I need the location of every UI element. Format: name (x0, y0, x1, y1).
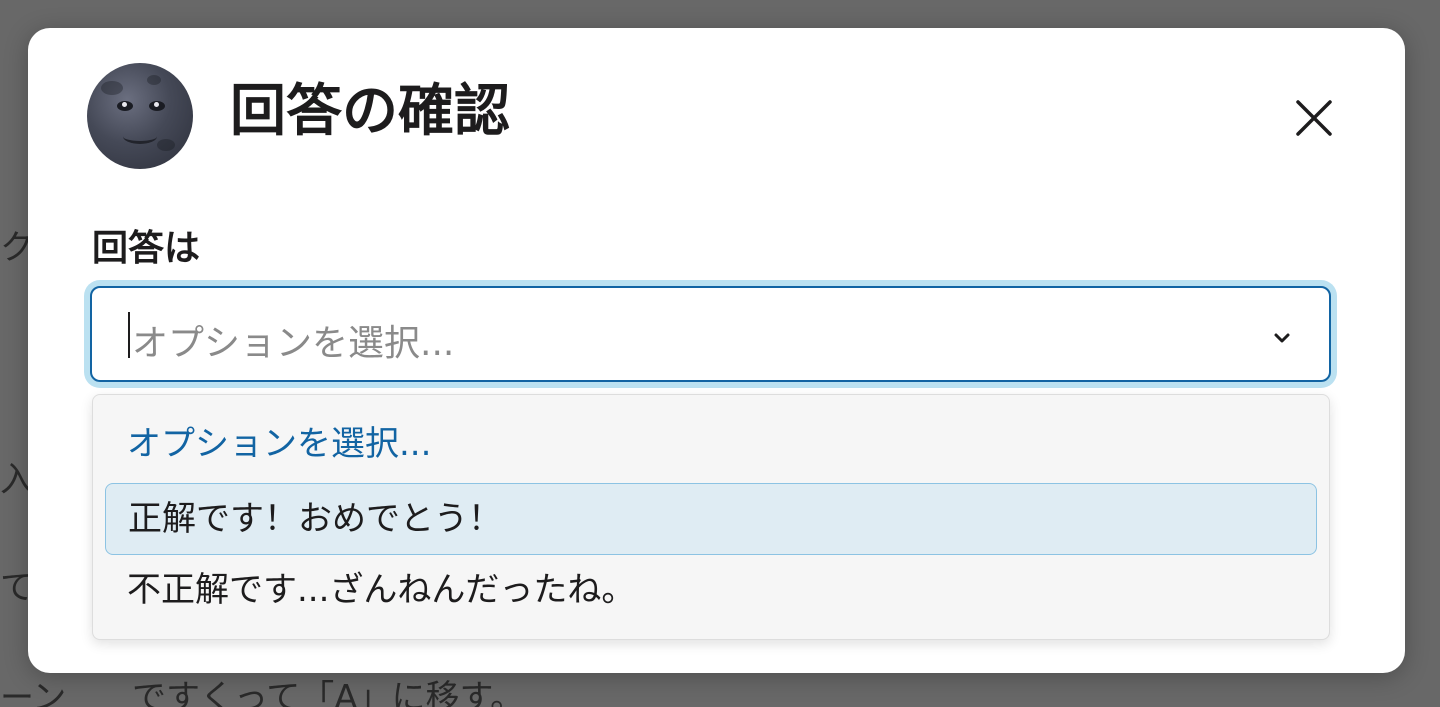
answer-select[interactable]: オプションを選択... (90, 286, 1331, 382)
close-icon (1296, 100, 1332, 136)
modal-title: 回答の確認 (230, 79, 510, 144)
chevron-down-icon[interactable] (1268, 324, 1296, 352)
answer-confirm-modal: 回答の確認 回答は オプションを選択... オプションを選択... 正解です！お… (28, 28, 1405, 673)
answer-field-label: 回答は (92, 228, 201, 269)
text-caret (128, 312, 130, 358)
dropdown-option-placeholder[interactable]: オプションを選択... (105, 409, 1317, 481)
dropdown-option-incorrect[interactable]: 不正解です...ざんねんだったね。 (105, 555, 1317, 627)
dropdown-option-correct[interactable]: 正解です！おめでとう！ (105, 483, 1317, 555)
select-placeholder: オプションを選択... (132, 323, 455, 364)
close-button[interactable] (1288, 94, 1340, 146)
select-dropdown-menu: オプションを選択... 正解です！おめでとう！ 不正解です...ざんねんだったね… (92, 394, 1330, 640)
full-moon-face-icon (87, 63, 193, 169)
